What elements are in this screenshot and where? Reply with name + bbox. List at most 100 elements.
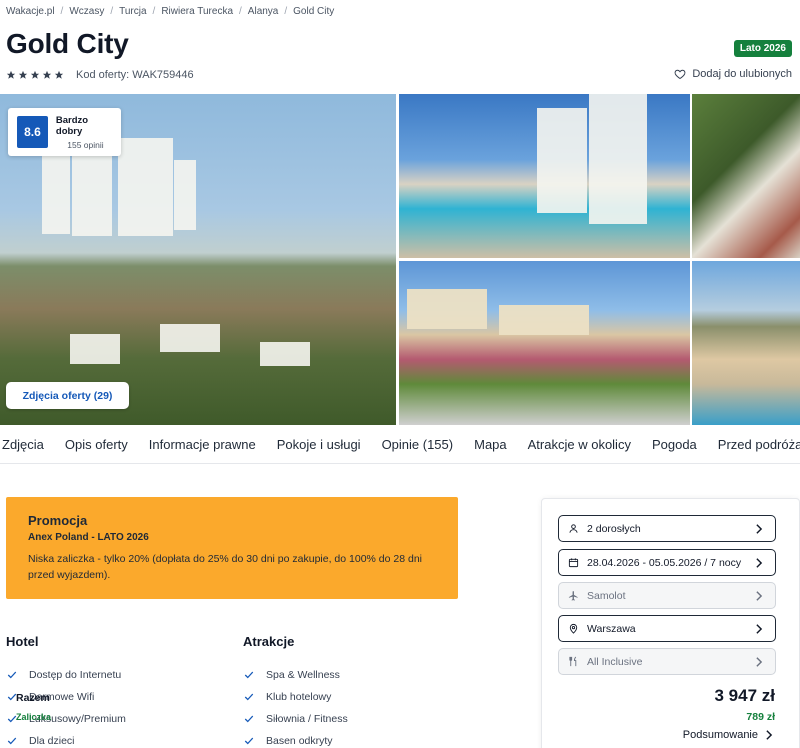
season-badge: Lato 2026 bbox=[733, 40, 792, 57]
gallery-photo-villas[interactable] bbox=[399, 261, 690, 425]
add-to-favorites-button[interactable]: Dodaj do ulubionych bbox=[674, 68, 792, 80]
breadcrumb-item-turcja[interactable]: Turcja bbox=[119, 6, 146, 17]
dates-value: 28.04.2026 - 05.05.2026 / 7 nocy bbox=[587, 556, 742, 569]
chevron-right-icon bbox=[766, 730, 773, 740]
summary-label: Podsumowanie bbox=[682, 729, 758, 741]
gallery-photo-beach[interactable] bbox=[692, 261, 800, 425]
check-icon bbox=[7, 671, 17, 679]
gallery-photo-pool[interactable] bbox=[399, 94, 690, 258]
photo-detail bbox=[70, 334, 120, 364]
all-photos-button[interactable]: Zdjęcia oferty (29) bbox=[6, 382, 129, 409]
tab-before-travel[interactable]: Przed podróżą bbox=[718, 437, 800, 452]
check-icon bbox=[244, 693, 254, 701]
feature-item: Dostęp do Internetu bbox=[6, 664, 226, 686]
photo-detail bbox=[72, 146, 112, 236]
location-pin-icon bbox=[569, 623, 578, 634]
deposit-price: 789 zł bbox=[746, 711, 775, 723]
tab-photos[interactable]: Zdjęcia bbox=[2, 437, 44, 452]
hotel-meta: Kod oferty: WAK759446 bbox=[6, 68, 194, 82]
breadcrumb-separator: / bbox=[152, 5, 156, 17]
breadcrumb-item-current: Gold City bbox=[293, 5, 335, 17]
star-icon bbox=[30, 70, 40, 79]
breadcrumb: Wakacje.pl / Wczasy / Turcja / Riwiera T… bbox=[6, 4, 334, 18]
heart-icon bbox=[674, 69, 686, 80]
check-icon bbox=[244, 671, 254, 679]
gallery-main-photo[interactable]: 8.6 Bardzo dobry 155 opinii Zdjęcia ofer… bbox=[0, 94, 396, 425]
breadcrumb-separator: / bbox=[284, 5, 288, 17]
feature-label: Spa & Wellness bbox=[266, 669, 340, 681]
star-icon bbox=[54, 70, 64, 79]
feature-label: Siłownia / Fitness bbox=[266, 713, 348, 725]
tab-weather[interactable]: Pogoda bbox=[652, 437, 697, 452]
deposit-label: Zaliczka bbox=[16, 712, 52, 722]
star-icon bbox=[18, 70, 28, 79]
star-icon bbox=[6, 70, 16, 79]
breadcrumb-separator: / bbox=[110, 5, 114, 17]
photo-detail bbox=[537, 108, 587, 213]
chevron-right-icon bbox=[756, 557, 763, 568]
photo-detail bbox=[260, 342, 310, 366]
feature-item: Spa & Wellness bbox=[243, 664, 463, 686]
offer-code: Kod oferty: WAK759446 bbox=[76, 69, 194, 81]
utensils-icon bbox=[569, 656, 577, 667]
photo-detail bbox=[174, 160, 196, 230]
breadcrumb-item-riwiera[interactable]: Riwiera Turecka bbox=[161, 6, 233, 17]
promo-title: Promocja bbox=[28, 513, 88, 528]
chevron-right-icon bbox=[756, 623, 763, 634]
breadcrumb-item-wczasy[interactable]: Wczasy bbox=[69, 6, 104, 17]
feature-label: Basen odkryty bbox=[266, 735, 333, 747]
photo-detail bbox=[160, 324, 220, 352]
departure-select[interactable]: Warszawa bbox=[558, 615, 776, 642]
star-icon bbox=[42, 70, 52, 79]
features-heading: Atrakcje bbox=[243, 634, 295, 649]
tab-description[interactable]: Opis oferty bbox=[65, 437, 128, 452]
board-select[interactable]: All Inclusive bbox=[558, 648, 776, 675]
travelers-select[interactable]: 2 dorosłych bbox=[558, 515, 776, 542]
check-icon bbox=[244, 715, 254, 723]
promo-text: Niska zaliczka - tylko 20% (dopłata do 2… bbox=[28, 553, 422, 581]
check-icon bbox=[244, 737, 254, 745]
board-value: All Inclusive bbox=[587, 655, 643, 668]
photo-detail bbox=[118, 138, 173, 236]
rating-label: Bardzo dobry bbox=[55, 114, 89, 137]
photo-detail bbox=[42, 154, 70, 234]
photo-detail bbox=[499, 305, 589, 335]
breadcrumb-item-alanya[interactable]: Alanya bbox=[248, 6, 279, 17]
feature-label: Klub hotelowy bbox=[266, 691, 332, 703]
total-label: Razem bbox=[16, 692, 50, 704]
feature-item: Klub hotelowy bbox=[243, 686, 463, 708]
dates-select[interactable]: 28.04.2026 - 05.05.2026 / 7 nocy bbox=[558, 549, 776, 576]
rating-score: 8.6 bbox=[17, 116, 48, 148]
feature-item: Siłownia / Fitness bbox=[243, 708, 463, 730]
calendar-icon bbox=[568, 558, 579, 568]
chevron-right-icon bbox=[756, 656, 763, 667]
feature-label: Dla dzieci bbox=[29, 735, 75, 747]
hotel-stars bbox=[6, 70, 64, 80]
check-icon bbox=[7, 737, 17, 745]
add-to-favorites-label: Dodaj do ulubionych bbox=[692, 68, 792, 80]
photo-detail bbox=[589, 94, 647, 224]
tab-reviews[interactable]: Opinie (155) bbox=[382, 437, 454, 452]
tab-rooms-services[interactable]: Pokoje i usługi bbox=[277, 437, 361, 452]
rating-card[interactable]: 8.6 Bardzo dobry 155 opinii bbox=[8, 108, 121, 156]
transport-select[interactable]: Samolot bbox=[558, 582, 776, 609]
features-hotel: Hotel Dostęp do Internetu Darmowe Wifi L… bbox=[6, 634, 226, 748]
feature-label: Dostęp do Internetu bbox=[29, 669, 122, 681]
travelers-value: 2 dorosłych bbox=[587, 522, 641, 535]
breadcrumb-separator: / bbox=[60, 5, 64, 17]
chevron-right-icon bbox=[756, 590, 763, 601]
breadcrumb-separator: / bbox=[239, 5, 242, 17]
breadcrumb-item-home[interactable]: Wakacje.pl bbox=[6, 6, 55, 17]
tab-map[interactable]: Mapa bbox=[474, 437, 507, 452]
summary-link[interactable]: Podsumowanie bbox=[683, 729, 773, 741]
rating-count: 155 opinii bbox=[67, 139, 104, 150]
feature-item: Dla dzieci bbox=[6, 730, 226, 748]
photo-detail bbox=[407, 289, 487, 329]
promo-banner: Promocja Anex Poland - LATO 2026 Niska z… bbox=[6, 497, 458, 599]
tab-legal-info[interactable]: Informacje prawne bbox=[149, 437, 256, 452]
gallery-photo-amphitheater[interactable] bbox=[692, 94, 800, 258]
transport-value: Samolot bbox=[587, 589, 626, 602]
total-price: 3 947 zł bbox=[714, 686, 776, 705]
tab-nearby-attractions[interactable]: Atrakcje w okolicy bbox=[528, 437, 631, 452]
promo-subtitle: Anex Poland - LATO 2026 bbox=[28, 532, 149, 543]
